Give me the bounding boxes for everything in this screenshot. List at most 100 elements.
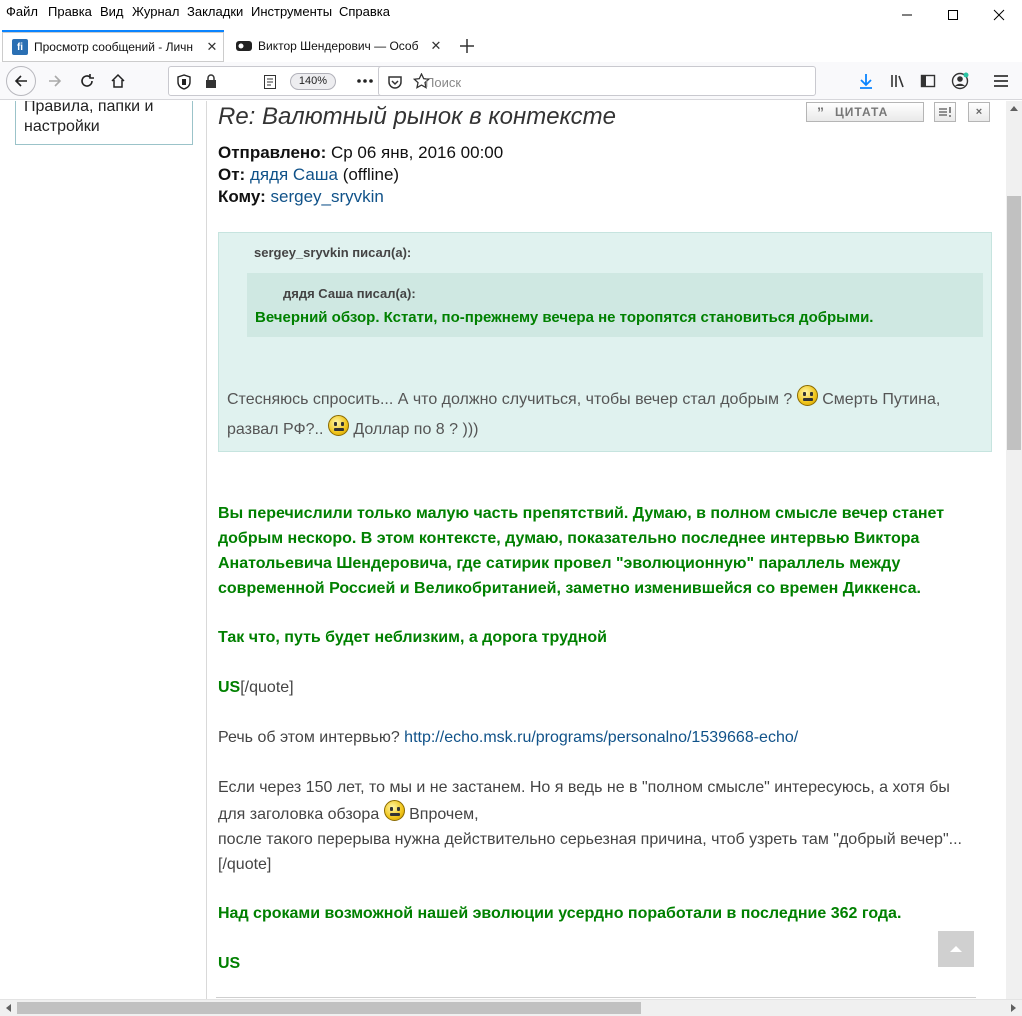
question-text: Речь об этом интервью? bbox=[218, 729, 400, 746]
library-button[interactable] bbox=[883, 66, 913, 96]
horizontal-scroll-thumb[interactable] bbox=[17, 1002, 641, 1014]
paragraph-line: Анатольевича Шендеровича, где сатирик пр… bbox=[218, 555, 901, 572]
tab-shenderovich[interactable]: Виктор Шендерович — Особ ✕ bbox=[226, 30, 448, 62]
scroll-left-arrow-icon[interactable] bbox=[5, 1004, 11, 1012]
tab-messages[interactable]: fi Просмотр сообщений - Личн ✕ bbox=[2, 30, 224, 62]
paragraph-line: Вы перечислили только малую часть препят… bbox=[218, 505, 945, 522]
close-window-button[interactable] bbox=[976, 0, 1022, 30]
sidebar-icon bbox=[920, 74, 936, 88]
endquote-tag: [/quote] bbox=[240, 679, 294, 696]
reply-paragraph: Если через 150 лет, то мы и не застанем.… bbox=[218, 775, 962, 877]
maximize-button[interactable] bbox=[930, 0, 976, 30]
menu-file[interactable]: Файл bbox=[6, 4, 38, 19]
home-button[interactable] bbox=[103, 66, 133, 96]
forum-favicon-icon: fi bbox=[12, 39, 28, 55]
arrow-left-icon bbox=[14, 75, 27, 87]
to-line: Кому: sergey_sryvkin bbox=[218, 187, 384, 207]
menu-edit[interactable]: Правка bbox=[48, 4, 92, 19]
zoom-level-badge[interactable]: 140% bbox=[290, 73, 336, 90]
from-line: От: дядя Саша (offline) bbox=[218, 165, 399, 185]
sent-line: Отправлено: Ср 06 янв, 2016 00:00 bbox=[218, 143, 503, 163]
maximize-icon bbox=[948, 10, 958, 20]
more-dots-icon bbox=[357, 79, 373, 83]
reply-line: после такого перерыва нужна действительн… bbox=[218, 831, 962, 848]
paragraph-1: Вы перечислили только малую часть препят… bbox=[218, 501, 944, 601]
search-bar[interactable]: Поиск bbox=[378, 66, 816, 96]
menu-history[interactable]: Журнал bbox=[132, 4, 179, 19]
quote-button-label: ЦИТАТА bbox=[835, 105, 889, 119]
reader-view-icon[interactable] bbox=[263, 74, 277, 90]
outer-quote-text-part: развал РФ?.. bbox=[227, 421, 324, 438]
scroll-to-top-button[interactable] bbox=[938, 931, 974, 967]
sidebar-link-rules[interactable]: Правила, папки и настройки bbox=[15, 101, 193, 145]
inner-quote-block: дядя Саша писал(а): Вечерний обзор. Кста… bbox=[247, 273, 983, 337]
minimize-button[interactable] bbox=[884, 0, 930, 30]
app-menu-button[interactable] bbox=[986, 66, 1016, 96]
reply-line-part: для заголовка обзора bbox=[218, 806, 380, 823]
close-icon bbox=[993, 9, 1005, 21]
vertical-scroll-thumb[interactable] bbox=[1007, 196, 1021, 450]
pocket-icon[interactable] bbox=[387, 74, 403, 90]
page-viewport: Правила, папки и настройки Re: Валютный … bbox=[0, 101, 1006, 999]
download-icon bbox=[860, 74, 872, 89]
downloads-button[interactable] bbox=[851, 66, 881, 96]
signature: US bbox=[218, 679, 241, 696]
smiley-icon bbox=[327, 415, 349, 436]
from-status: (offline) bbox=[342, 165, 400, 184]
account-button[interactable] bbox=[945, 66, 975, 96]
menu-tools[interactable]: Инструменты bbox=[251, 4, 332, 19]
nav-bar: 140% Поиск bbox=[0, 62, 1022, 100]
menu-bookmarks[interactable]: Закладки bbox=[187, 4, 243, 19]
from-label: От: bbox=[218, 165, 246, 184]
report-icon bbox=[939, 107, 951, 117]
new-tab-button[interactable] bbox=[452, 30, 482, 62]
echo-favicon-icon bbox=[236, 38, 252, 54]
reply-line: Если через 150 лет, то мы и не застанем.… bbox=[218, 779, 950, 796]
paragraph-3: Над сроками возможной нашей эволюции усе… bbox=[218, 905, 902, 922]
sidebar-toggle-button[interactable] bbox=[913, 66, 943, 96]
scroll-up-arrow-icon[interactable] bbox=[1010, 105, 1018, 111]
tab-bar: fi Просмотр сообщений - Личн ✕ Виктор Ше… bbox=[0, 30, 1022, 62]
arrow-right-icon bbox=[49, 75, 62, 87]
library-icon bbox=[891, 75, 904, 88]
page-actions-button[interactable] bbox=[350, 66, 380, 96]
outer-quote-text: Стесняюсь спросить... А что должно случи… bbox=[227, 385, 987, 445]
post-title: Re: Валютный рынок в контексте bbox=[218, 103, 616, 130]
endquote-tag: [/quote] bbox=[218, 856, 272, 873]
delete-button[interactable]: × bbox=[968, 102, 990, 122]
outer-quote-block: sergey_sryvkin писал(а): дядя Саша писал… bbox=[218, 232, 992, 452]
from-user-link[interactable]: дядя Саша bbox=[250, 165, 338, 184]
outer-quote-text-part: Доллар по 8 ? ))) bbox=[353, 421, 479, 438]
paragraph-line: современной Россией и Великобританией, з… bbox=[218, 580, 921, 597]
menu-view[interactable]: Вид bbox=[100, 4, 124, 19]
smiley-icon bbox=[383, 800, 405, 821]
paragraph-2: Так что, путь будет неблизким, а дорога … bbox=[218, 629, 607, 646]
outer-quote-text-part: Стесняюсь спросить... А что должно случи… bbox=[227, 391, 793, 408]
interview-link[interactable]: http://echo.msk.ru/programs/personalno/1… bbox=[404, 729, 798, 746]
sent-label: Отправлено: bbox=[218, 143, 327, 162]
scroll-right-arrow-icon[interactable] bbox=[1011, 1004, 1017, 1012]
to-user-link[interactable]: sergey_sryvkin bbox=[271, 187, 384, 206]
menu-help[interactable]: Справка bbox=[339, 4, 390, 19]
tab-close-button[interactable]: ✕ bbox=[428, 38, 444, 54]
reload-icon bbox=[81, 74, 94, 87]
tab-close-button[interactable]: ✕ bbox=[204, 39, 220, 55]
search-input[interactable]: Поиск bbox=[425, 75, 461, 90]
tab-title: Виктор Шендерович — Особ bbox=[258, 39, 419, 53]
sent-date: Ср 06 янв, 2016 00:00 bbox=[330, 143, 504, 162]
home-icon bbox=[111, 73, 125, 88]
back-button[interactable] bbox=[6, 66, 36, 96]
shield-icon bbox=[177, 74, 191, 90]
forward-button[interactable] bbox=[40, 66, 70, 96]
outer-quote-cite: sergey_sryvkin писал(а): bbox=[254, 245, 412, 260]
question-line: Речь об этом интервью? http://echo.msk.r… bbox=[218, 725, 798, 750]
to-label: Кому: bbox=[218, 187, 266, 206]
outer-quote-text-part: Смерть Путина, bbox=[822, 391, 941, 408]
menu-bar: Файл Правка Вид Журнал Закладки Инструме… bbox=[0, 0, 1022, 26]
close-icon: × bbox=[975, 106, 983, 118]
report-button[interactable] bbox=[934, 102, 956, 122]
reply-line: для заголовка обзора Впрочем, bbox=[218, 800, 962, 827]
reload-button[interactable] bbox=[72, 66, 102, 96]
quote-button[interactable]: ” ЦИТАТА bbox=[806, 102, 924, 122]
minimize-icon bbox=[902, 14, 912, 16]
